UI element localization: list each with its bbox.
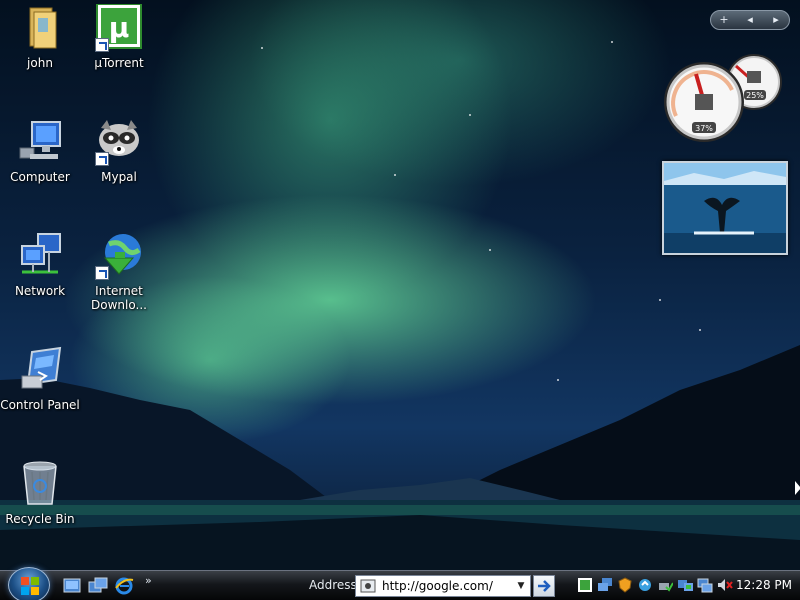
memory-percent: 25% (746, 91, 764, 100)
whale-tail-photo (664, 163, 786, 253)
cpu-chip-icon (695, 94, 713, 110)
recycle-bin-icon (16, 460, 64, 508)
svg-text:µ: µ (109, 11, 130, 44)
network-connection-icon[interactable] (697, 577, 713, 593)
desktop-icon-label: Internet Downlo... (91, 284, 147, 312)
show-desktop-icon[interactable] (62, 576, 82, 596)
windows-start-orb-icon (21, 577, 39, 595)
address-label: Address (309, 578, 357, 592)
system-tray (697, 577, 733, 593)
network-icon (16, 232, 64, 280)
quick-launch-overflow-button[interactable]: » (145, 574, 152, 587)
control-panel-icon (16, 346, 64, 394)
utorrent-icon: µ (95, 3, 143, 52)
address-dropdown-button[interactable]: ▼ (514, 581, 528, 591)
utorrent-tray-icon[interactable] (577, 577, 593, 593)
desktop-icon-label: Recycle Bin (5, 512, 75, 526)
clock[interactable]: 12:28 PM (736, 578, 792, 592)
network-tray-icon[interactable] (597, 577, 613, 593)
switch-windows-icon[interactable] (88, 576, 108, 596)
desktop-icon-computer[interactable]: Computer (0, 118, 80, 184)
desktop-icon-label: Mypal (101, 170, 137, 184)
computer-icon (16, 118, 64, 166)
edge-arrow-icon (795, 481, 800, 495)
desktop-icon-internet-download-manager[interactable]: Internet Downlo... (79, 232, 159, 312)
page-favicon-icon (360, 579, 376, 593)
desktop-icon-label: Control Panel (0, 398, 80, 412)
start-button[interactable] (8, 567, 50, 600)
desktop-icon-john[interactable]: john (0, 4, 80, 70)
cpu-meter-gadget[interactable]: 25% 37% (662, 52, 788, 144)
internet-download-manager-icon (95, 232, 143, 280)
slideshow-gadget[interactable] (662, 161, 788, 255)
shortcut-arrow-icon (95, 38, 109, 52)
address-toolbar: ▼ (355, 575, 531, 597)
network-status-icon[interactable] (677, 577, 693, 593)
desktop-icon-label: µTorrent (94, 56, 144, 70)
add-gadget-button[interactable]: + (714, 11, 734, 29)
update-icon[interactable] (637, 577, 653, 593)
sidebar-controls: + ◂ ▸ (710, 10, 790, 30)
desktop-icon-utorrent[interactable]: µ µTorrent (79, 3, 159, 70)
shortcut-arrow-icon (95, 266, 109, 280)
mypal-raccoon-icon (95, 118, 143, 166)
quick-launch-toolbar (62, 576, 134, 596)
security-shield-icon[interactable] (617, 577, 633, 593)
go-arrow-icon (538, 580, 551, 592)
taskbar: » Address ▼ (0, 567, 800, 600)
safely-remove-icon[interactable] (657, 577, 674, 593)
address-input[interactable] (382, 577, 514, 595)
desktop: john µ µTorrent Computer Mypal Network I… (0, 0, 800, 570)
go-button[interactable] (533, 575, 555, 597)
volume-muted-icon[interactable] (717, 577, 733, 593)
previous-page-button[interactable]: ◂ (740, 11, 760, 29)
shortcut-arrow-icon (95, 152, 109, 166)
desktop-icon-label: Network (14, 284, 66, 298)
desktop-icon-label: Computer (10, 170, 70, 184)
desktop-icon-recycle-bin[interactable]: Recycle Bin (0, 460, 80, 526)
desktop-icon-control-panel[interactable]: Control Panel (0, 346, 80, 412)
notification-area (577, 577, 693, 593)
next-page-button[interactable]: ▸ (766, 11, 786, 29)
user-folder-icon (16, 4, 64, 52)
desktop-icon-network[interactable]: Network (0, 232, 80, 298)
memory-chip-icon (747, 71, 761, 83)
desktop-icon-mypal[interactable]: Mypal (79, 118, 159, 184)
internet-explorer-icon[interactable] (114, 576, 134, 596)
cpu-percent: 37% (695, 124, 713, 133)
desktop-icon-label: john (27, 56, 53, 70)
